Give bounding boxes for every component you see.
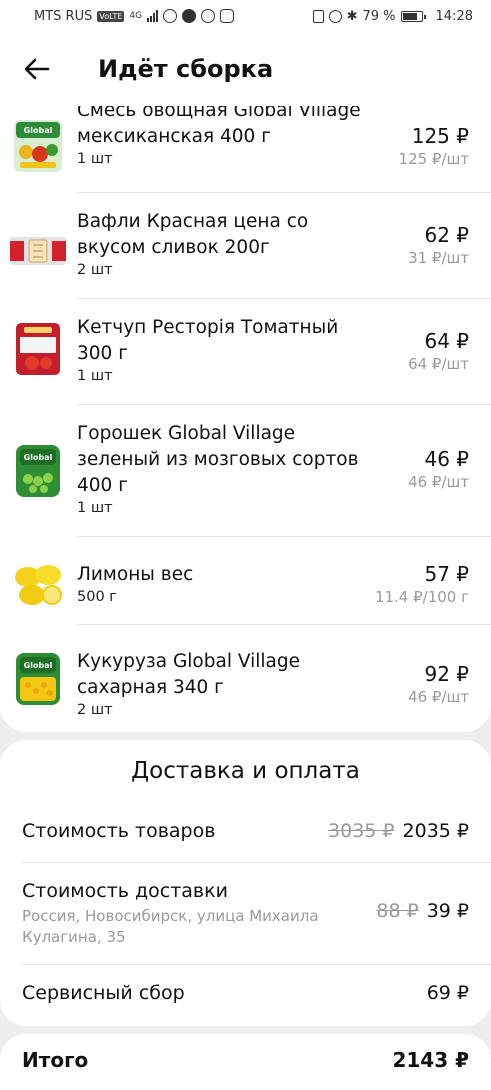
- clock: 14:28: [435, 8, 473, 24]
- divider: [22, 964, 491, 965]
- page-title: Идёт сборка: [98, 55, 274, 83]
- order-items-list: Global Смесь овощная Global Village мекс…: [0, 106, 491, 732]
- signal-icon: [147, 10, 159, 22]
- goods-cost-label: Стоимость товаров: [22, 820, 216, 842]
- item-name: Кукуруза Global Village сахарная 340 г: [77, 651, 300, 698]
- item-name: Лимоны вес: [77, 564, 194, 585]
- nfc-icon: [312, 9, 324, 23]
- back-button[interactable]: [14, 46, 60, 92]
- item-quantity: 1 шт: [77, 368, 113, 384]
- list-item[interactable]: Global Смесь овощная Global Village мекс…: [0, 106, 491, 194]
- vegetable-mix-icon: Global: [10, 118, 66, 174]
- total-section: Итого 2143 ₽: [0, 1034, 491, 1090]
- corn-can-icon: Global: [10, 651, 66, 707]
- svg-text:Global: Global: [24, 661, 53, 670]
- item-unit-price: 46 ₽/шт: [408, 688, 469, 706]
- app-notification-icon: [182, 9, 197, 23]
- item-unit-price: 125 ₽/шт: [398, 150, 469, 168]
- list-item[interactable]: Global Горошек Global Village зеленый из…: [0, 405, 491, 537]
- item-name: Кетчуп Ресторія Томатный 300 г: [77, 317, 339, 364]
- item-quantity: 1 шт: [77, 500, 113, 516]
- item-quantity: 1 шт: [77, 151, 113, 167]
- item-price: 46 ₽: [424, 447, 469, 471]
- total-label: Итого: [22, 1048, 89, 1072]
- item-name: Смесь овощная Global Village мексиканска…: [77, 106, 361, 147]
- item-name: Горошек Global Village зеленый из мозгов…: [77, 423, 359, 496]
- waffles-icon: [10, 223, 66, 279]
- list-item[interactable]: Кетчуп Ресторія Томатный 300 г 1 шт 64 ₽…: [0, 299, 491, 405]
- item-unit-price: 31 ₽/шт: [408, 249, 469, 267]
- peas-can-icon: Global: [10, 443, 66, 499]
- bluetooth-icon: ✱: [346, 8, 358, 24]
- arrow-left-icon: [24, 58, 50, 80]
- goods-cost-row: Стоимость товаров 3035 ₽ 2035 ₽: [22, 820, 469, 842]
- delivery-address: Россия, Новосибирск, улица Михаила Кулаг…: [22, 907, 319, 946]
- item-price: 62 ₽: [424, 223, 469, 247]
- item-quantity: 2 шт: [77, 262, 113, 278]
- network-label: 4G: [129, 11, 143, 21]
- carrier-label: MTS RUS: [34, 8, 93, 24]
- item-quantity: 2 шт: [77, 702, 113, 718]
- volte-badge: VoLTE: [97, 10, 125, 22]
- app-notification-icon: [163, 9, 178, 23]
- app-notification-icon: [220, 9, 235, 23]
- item-unit-price: 11.4 ₽/100 г: [374, 588, 469, 606]
- section-title: Доставка и оплата: [131, 758, 360, 784]
- delivery-payment-section: Доставка и оплата Стоимость товаров 3035…: [0, 740, 491, 1026]
- list-item[interactable]: Вафли Красная цена со вкусом сливок 200г…: [0, 193, 491, 299]
- item-price: 64 ₽: [424, 329, 469, 353]
- alarm-icon: [328, 9, 342, 23]
- battery-icon: [400, 10, 426, 22]
- total-value: 2143 ₽: [392, 1048, 469, 1072]
- service-fee-value: 69 ₽: [426, 982, 469, 1004]
- battery-percent: 79 %: [362, 8, 396, 24]
- item-quantity: 500 г: [77, 589, 117, 605]
- ketchup-icon: [10, 321, 66, 377]
- delivery-cost-row: Стоимость доставки Россия, Новосибирск, …: [22, 880, 469, 948]
- goods-cost-old: 3035 ₽: [328, 820, 395, 842]
- item-unit-price: 64 ₽/шт: [408, 355, 469, 373]
- list-item[interactable]: Global Кукуруза Global Village сахарная …: [0, 625, 491, 731]
- item-price: 92 ₽: [424, 662, 469, 686]
- delivery-cost-label: Стоимость доставки: [22, 880, 228, 902]
- item-price: 125 ₽: [411, 124, 469, 148]
- delivery-cost-value: 39 ₽: [426, 900, 469, 922]
- goods-cost-value: 2035 ₽: [402, 820, 469, 842]
- item-unit-price: 46 ₽/шт: [408, 473, 469, 491]
- status-bar: MTS RUS VoLTE 4G ✱ 79 % 14:28: [0, 0, 491, 32]
- service-fee-row: Сервисный сбор 69 ₽: [22, 982, 469, 1004]
- app-header: Идёт сборка: [0, 32, 491, 106]
- lemons-icon: [10, 555, 66, 611]
- svg-text:Global: Global: [24, 126, 53, 135]
- delivery-cost-old: 88 ₽: [376, 900, 419, 922]
- item-name: Вафли Красная цена со вкусом сливок 200г: [77, 211, 309, 258]
- item-price: 57 ₽: [424, 562, 469, 586]
- service-fee-label: Сервисный сбор: [22, 982, 185, 1004]
- list-item[interactable]: Лимоны вес 500 г 57 ₽ 11.4 ₽/100 г: [0, 537, 491, 625]
- whatsapp-icon: [201, 9, 216, 23]
- divider: [22, 862, 491, 863]
- svg-text:Global: Global: [24, 453, 53, 462]
